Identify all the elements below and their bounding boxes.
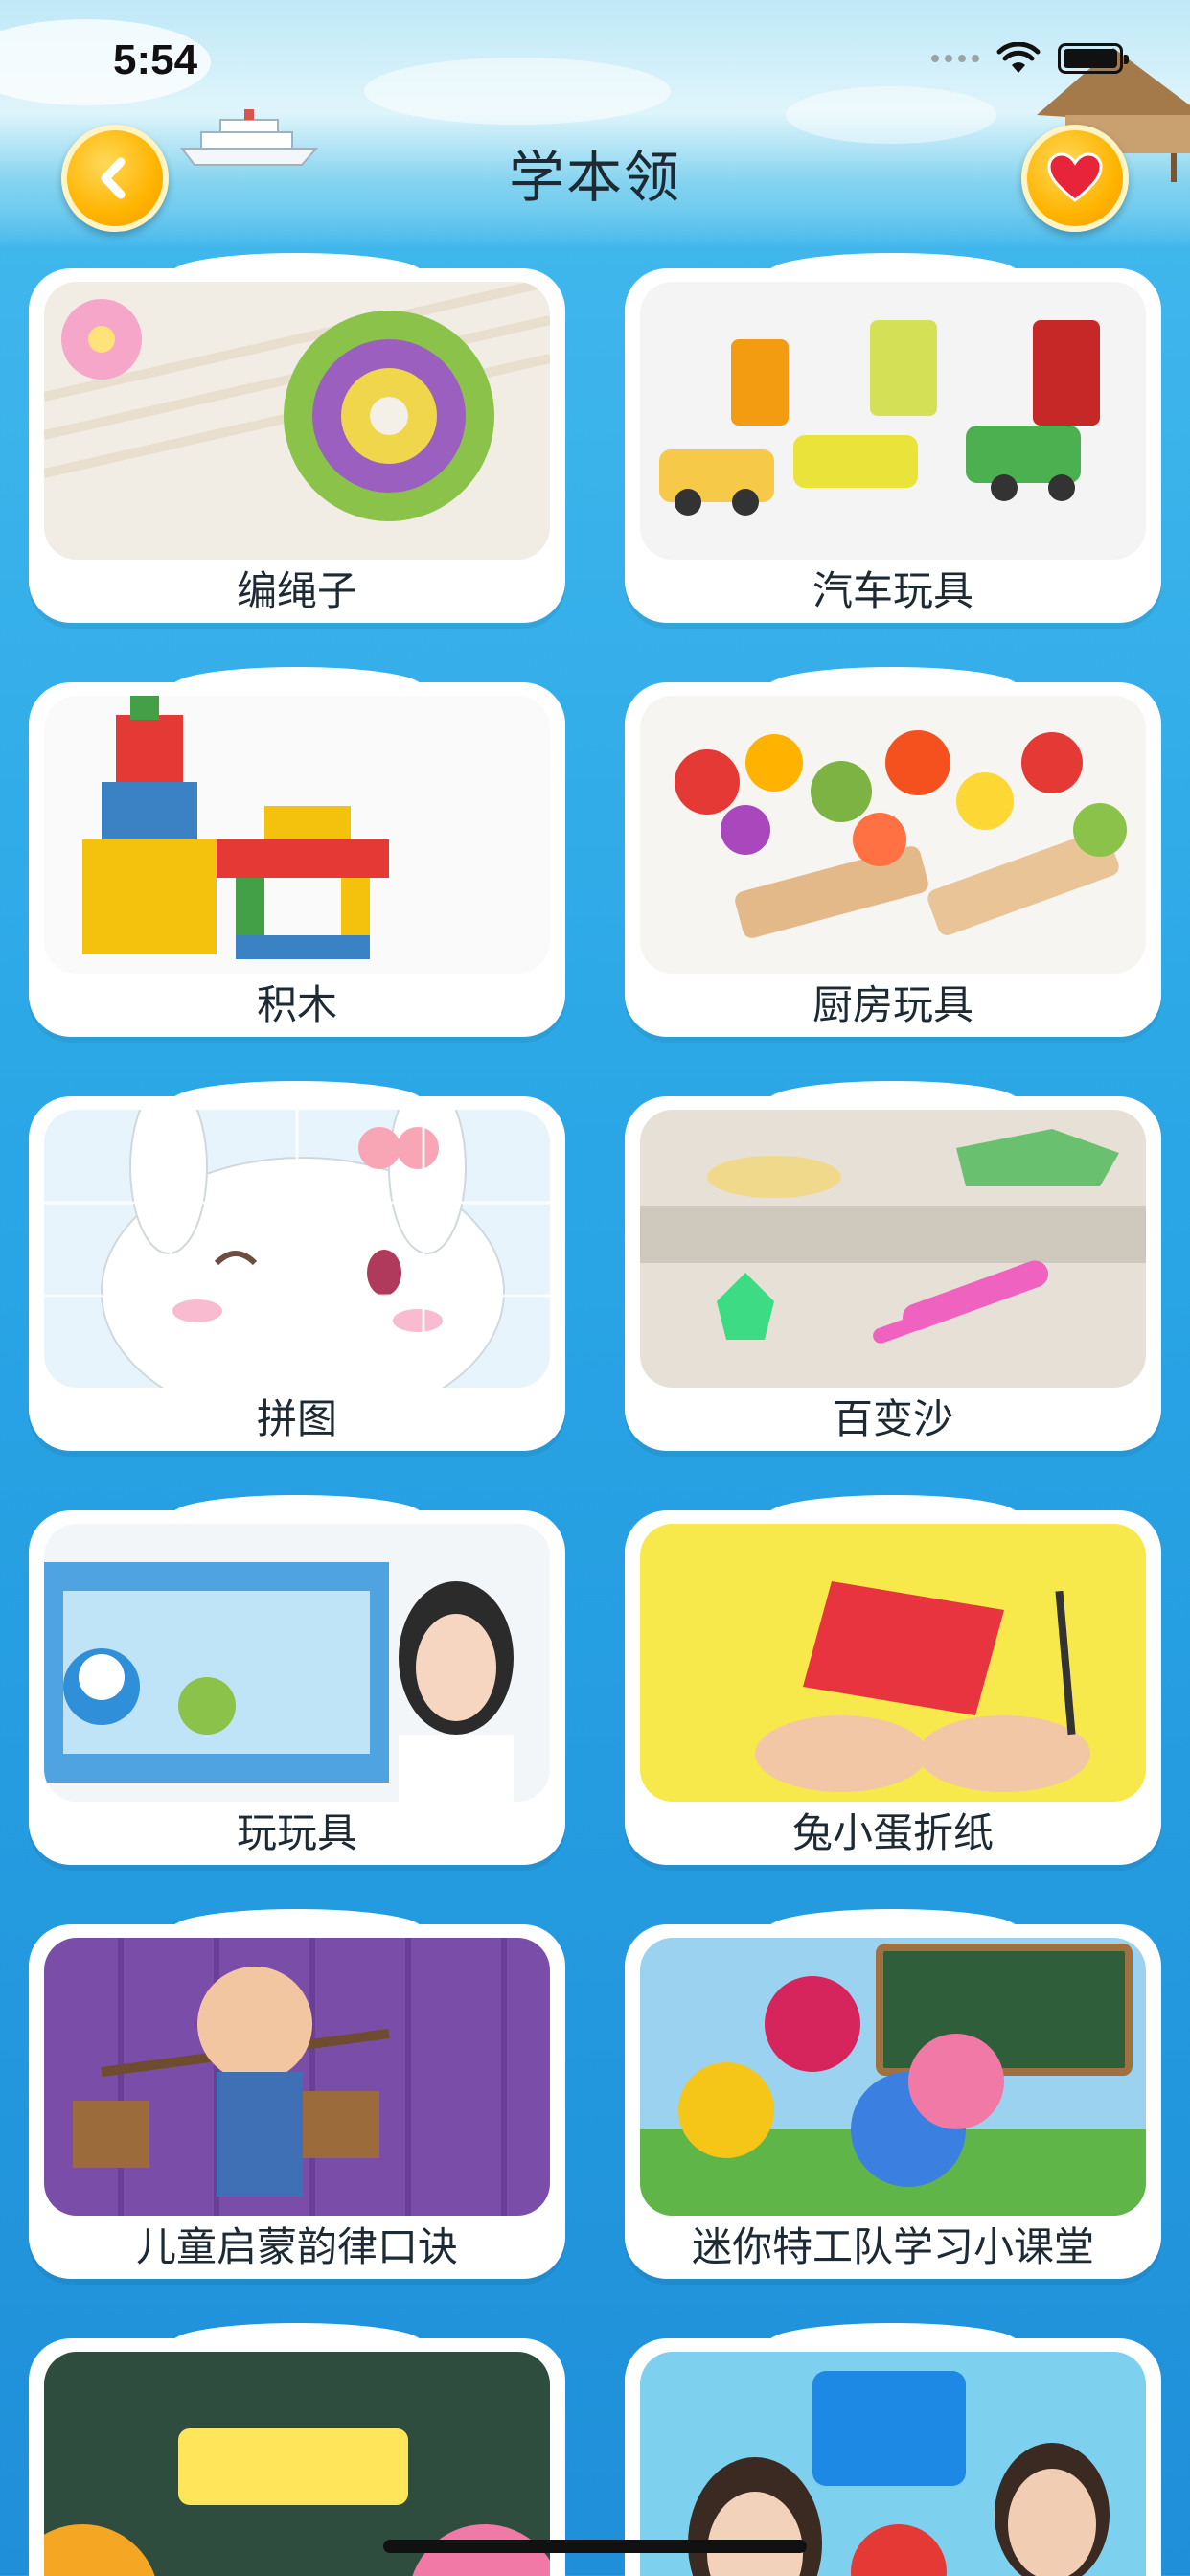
course-label: 厨房玩具	[812, 981, 973, 1028]
course-grid: 编绳子 汽车玩具 积木 厨房玩具 拼图 百变沙 玩玩具 兔小蛋折纸 儿童启蒙韵律…	[29, 253, 1161, 2576]
favorite-button[interactable]	[1021, 125, 1129, 232]
course-label: 拼图	[256, 1395, 337, 1442]
course-thumbnail	[640, 1110, 1146, 1388]
course-label: 玩玩具	[236, 1809, 357, 1856]
course-card[interactable]: 厨房玩具	[625, 667, 1161, 1037]
heart-icon	[1047, 152, 1103, 202]
nav-bar: 学本领	[0, 115, 1190, 232]
course-label: 百变沙	[832, 1395, 953, 1442]
course-label: 汽车玩具	[812, 567, 973, 614]
course-thumbnail	[640, 696, 1146, 974]
course-card[interactable]: 玩玩具	[29, 1495, 565, 1865]
course-card[interactable]: 儿童启蒙韵律口诀	[29, 1909, 565, 2279]
course-thumbnail	[44, 1524, 550, 1802]
course-label: 兔小蛋折纸	[791, 1809, 994, 1856]
wifi-icon	[996, 42, 1041, 73]
status-time: 5:54	[113, 36, 198, 83]
status-bar: 5:54	[0, 0, 1190, 125]
course-card[interactable]: 编绳子	[29, 253, 565, 623]
signal-icon	[931, 55, 979, 62]
course-card[interactable]: 积木	[29, 667, 565, 1037]
battery-icon	[1058, 43, 1129, 74]
course-thumbnail	[640, 1938, 1146, 2216]
course-card[interactable]: 迷你特工队学习小课堂	[625, 1909, 1161, 2279]
course-label: 编绳子	[236, 567, 357, 614]
course-thumbnail	[44, 1110, 550, 1388]
course-thumbnail	[44, 1938, 550, 2216]
course-thumbnail	[44, 696, 550, 974]
page-title: 学本领	[508, 145, 681, 210]
course-thumbnail	[44, 282, 550, 560]
course-card[interactable]: 汽车玩具	[625, 253, 1161, 623]
course-thumbnail	[640, 1524, 1146, 1802]
course-thumbnail	[640, 282, 1146, 560]
course-label: 儿童启蒙韵律口诀	[135, 2223, 458, 2270]
course-card[interactable]: 百变沙	[625, 1081, 1161, 1451]
home-indicator[interactable]	[383, 2540, 807, 2553]
course-label: 迷你特工队学习小课堂	[691, 2223, 1094, 2270]
course-card[interactable]: 兔小蛋折纸	[625, 1495, 1161, 1865]
course-card[interactable]: 拼图	[29, 1081, 565, 1451]
course-label: 积木	[256, 981, 337, 1028]
